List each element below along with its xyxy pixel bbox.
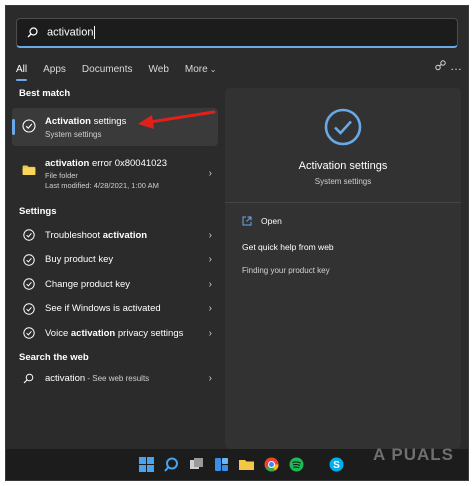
settings-heading: Settings <box>19 206 57 217</box>
settings-item-label: Change product key <box>45 278 131 290</box>
folder-result-modified: Last modified: 4/28/2021, 1:00 AM <box>45 181 159 190</box>
folder-icon <box>22 165 36 175</box>
selection-indicator <box>12 119 15 135</box>
svg-text:S: S <box>333 460 340 471</box>
folder-result-title-bold: activation <box>45 158 90 169</box>
folder-result-type: File folder <box>45 171 78 180</box>
search-panel: activation All Apps Documents Web More ⌄ … <box>6 6 468 449</box>
quick-help-heading: Get quick help from web <box>242 242 334 252</box>
settings-item-label: Voice activation privacy settings <box>45 328 183 339</box>
search-icon[interactable] <box>164 457 179 472</box>
settings-item-label: See if Windows is activated <box>45 303 161 315</box>
file-explorer-icon[interactable] <box>239 457 254 472</box>
open-label: Open <box>261 216 282 226</box>
divider <box>225 202 461 203</box>
best-match-title: Activation settings <box>45 116 126 127</box>
folder-result-item[interactable]: activation error 0x80041023 File folder … <box>12 152 222 198</box>
search-input[interactable]: activation <box>47 26 96 39</box>
skype-icon[interactable]: S <box>329 457 344 472</box>
voice-activation-icon <box>23 327 35 339</box>
tab-apps[interactable]: Apps <box>43 64 66 75</box>
widgets-icon[interactable] <box>214 457 229 472</box>
more-options-icon[interactable]: … <box>450 59 462 73</box>
chevron-right-icon[interactable]: › <box>209 303 212 314</box>
tab-more[interactable]: More ⌄ <box>185 64 217 75</box>
filter-tabs: All Apps Documents Web More ⌄ <box>16 58 232 81</box>
task-view-icon[interactable] <box>189 457 204 472</box>
label-bold: activation <box>102 229 148 241</box>
folder-result-title: activation error 0x80041023 <box>45 158 167 169</box>
preview-subtitle: System settings <box>314 177 372 186</box>
web-suffix: - See web results <box>85 374 150 384</box>
best-match-title-bold: Activation <box>45 116 91 127</box>
settings-item-buy-key[interactable]: Buy product key › <box>12 248 222 273</box>
best-match-subtitle: System settings <box>45 130 102 139</box>
preview-title: Activation settings <box>298 160 388 172</box>
text-caret <box>94 26 96 39</box>
activation-check-icon <box>324 108 362 146</box>
settings-item-see-activated[interactable]: See if Windows is activated › <box>12 297 222 322</box>
settings-item-label: Troubleshoot activation <box>45 230 147 241</box>
web-heading: Search the web <box>19 351 89 363</box>
open-external-icon <box>242 216 252 226</box>
tab-all[interactable]: All <box>16 64 28 81</box>
web-search-label: activation - See web results <box>45 373 149 384</box>
preview-pane: Activation settings System settings Open… <box>225 88 461 449</box>
search-icon <box>23 373 34 383</box>
chrome-icon[interactable] <box>264 457 279 472</box>
watermark-logo: A PUALS <box>373 445 454 464</box>
chevron-right-icon[interactable]: › <box>209 230 212 241</box>
start-search-window: activation All Apps Documents Web More ⌄ … <box>5 5 469 481</box>
best-match-title-rest: settings <box>90 116 127 127</box>
chevron-right-icon[interactable]: › <box>209 328 212 339</box>
product-key-link[interactable]: Finding your product key <box>242 266 330 275</box>
web-search-item[interactable]: activation - See web results › <box>12 367 222 392</box>
chevron-right-icon[interactable]: › <box>209 254 212 265</box>
settings-item-change-key[interactable]: Change product key › <box>12 272 222 297</box>
windows-start-icon[interactable] <box>139 457 154 472</box>
settings-item-voice-activation[interactable]: Voice activation privacy settings › <box>12 321 222 346</box>
folder-result-title-rest: error 0x80041023 <box>89 158 167 169</box>
activation-check-icon <box>23 278 35 290</box>
web-query: activation <box>45 373 86 385</box>
results-list: Best match Activation settings System se… <box>12 88 222 391</box>
best-match-heading: Best match <box>19 88 71 99</box>
chevron-right-icon[interactable]: › <box>209 373 212 384</box>
chevron-right-icon[interactable]: › <box>209 279 212 290</box>
tab-documents[interactable]: Documents <box>82 64 133 75</box>
tab-more-label: More <box>184 63 208 75</box>
activation-check-icon <box>23 253 35 266</box>
label-part: Troubleshoot <box>45 229 103 241</box>
activation-check-icon <box>23 302 35 315</box>
label-part: privacy settings <box>115 327 184 339</box>
search-icon <box>27 27 38 38</box>
open-action[interactable]: Open <box>242 216 282 226</box>
settings-item-label: Buy product key <box>45 254 114 266</box>
search-query: activation <box>47 26 94 39</box>
search-box[interactable]: activation <box>16 18 458 48</box>
settings-list: Troubleshoot activation › Buy product ke… <box>12 223 222 346</box>
share-icon[interactable] <box>435 60 446 71</box>
tab-web[interactable]: Web <box>149 64 169 75</box>
activation-check-icon <box>22 119 36 133</box>
settings-item-troubleshoot[interactable]: Troubleshoot activation › <box>12 223 222 248</box>
label-part: Voice <box>45 327 71 339</box>
activation-check-icon <box>23 229 35 241</box>
best-match-item[interactable]: Activation settings System settings <box>12 108 218 146</box>
chevron-right-icon[interactable]: › <box>209 168 212 179</box>
label-bold: activation <box>70 327 116 339</box>
chevron-down-icon: ⌄ <box>209 64 217 74</box>
spotify-icon[interactable] <box>289 457 304 472</box>
